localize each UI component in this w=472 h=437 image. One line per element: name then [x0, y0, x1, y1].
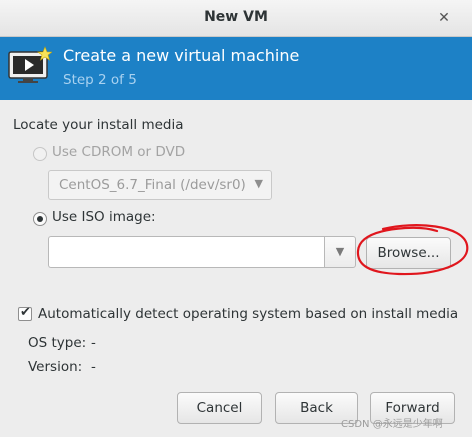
checkmark-icon: ✔ [20, 305, 31, 320]
auto-detect-label: Automatically detect operating system ba… [38, 306, 459, 322]
install-media-label: Locate your install media [13, 117, 184, 133]
iso-radio[interactable] [33, 212, 47, 226]
os-type-label: OS type: [28, 335, 87, 351]
chevron-down-icon: ▼ [254, 177, 263, 190]
wizard-title: Create a new virtual machine [63, 46, 300, 65]
window-title: New VM [204, 9, 268, 25]
vm-monitor-icon [8, 46, 52, 83]
version-label: Version: [28, 359, 83, 375]
cdrom-radio-label: Use CDROM or DVD [52, 144, 186, 160]
auto-detect-checkbox[interactable]: ✔ [18, 305, 32, 321]
close-icon[interactable]: ✕ [436, 10, 452, 26]
chevron-down-icon: ▼ [335, 245, 345, 258]
cdrom-device-value: CentOS_6.7_Final (/dev/sr0) [59, 177, 246, 193]
title-bar: New VM ✕ [0, 0, 472, 37]
wizard-header: Create a new virtual machine Step 2 of 5 [0, 37, 472, 100]
iso-path-input[interactable] [48, 236, 324, 268]
version-value: - [91, 359, 96, 375]
iso-radio-label: Use ISO image: [52, 209, 156, 225]
cancel-button[interactable]: Cancel [177, 392, 262, 424]
cdrom-device-select[interactable]: CentOS_6.7_Final (/dev/sr0) ▼ [48, 170, 272, 200]
csdn-watermark: CSDN @永远是少年啊 [341, 419, 443, 430]
cdrom-radio[interactable] [33, 147, 47, 161]
os-type-value: - [91, 335, 96, 351]
wizard-step: Step 2 of 5 [63, 72, 137, 88]
red-circle-annotation [356, 224, 469, 276]
iso-history-dropdown[interactable]: ▼ [324, 236, 356, 268]
